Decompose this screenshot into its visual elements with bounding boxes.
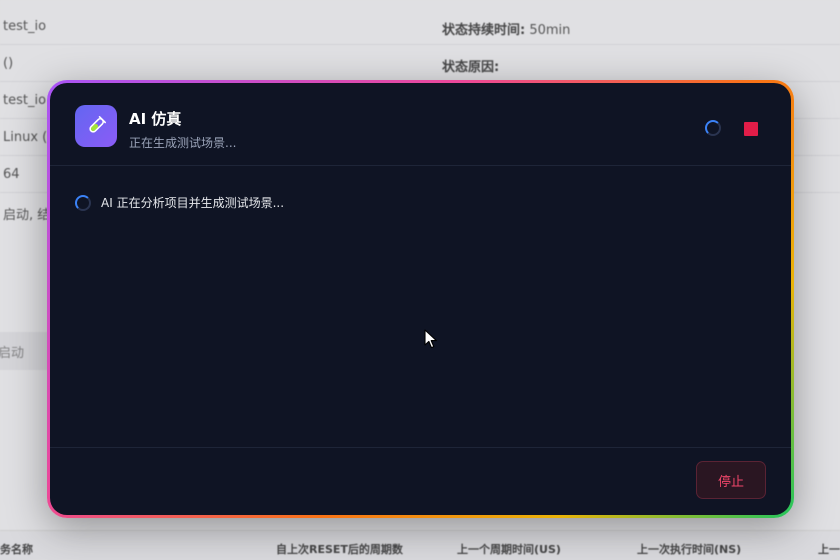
dialog-title: AI 仿真 (129, 110, 182, 128)
progress-status: AI 正在分析项目并生成测试场景... (75, 194, 284, 211)
dialog-subtitle: 正在生成测试场景... (129, 136, 237, 150)
dialog-header: AI 仿真 正在生成测试场景... (50, 83, 791, 166)
stop-icon[interactable] (744, 122, 758, 136)
stop-button[interactable]: 停止 (696, 461, 766, 499)
status-message: AI 正在分析项目并生成测试场景... (101, 196, 285, 210)
loading-spinner-icon (705, 120, 721, 136)
loading-spinner-icon (75, 194, 91, 211)
mouse-cursor-icon (424, 329, 438, 353)
ai-simulation-dialog: AI 仿真 正在生成测试场景... AI 正在分析项目并生成测试场景... 停止 (47, 80, 794, 518)
dialog-footer: 停止 (50, 447, 791, 515)
test-tube-icon (75, 105, 117, 147)
dialog-body: AI 仿真 正在生成测试场景... AI 正在分析项目并生成测试场景... 停止 (50, 83, 791, 515)
